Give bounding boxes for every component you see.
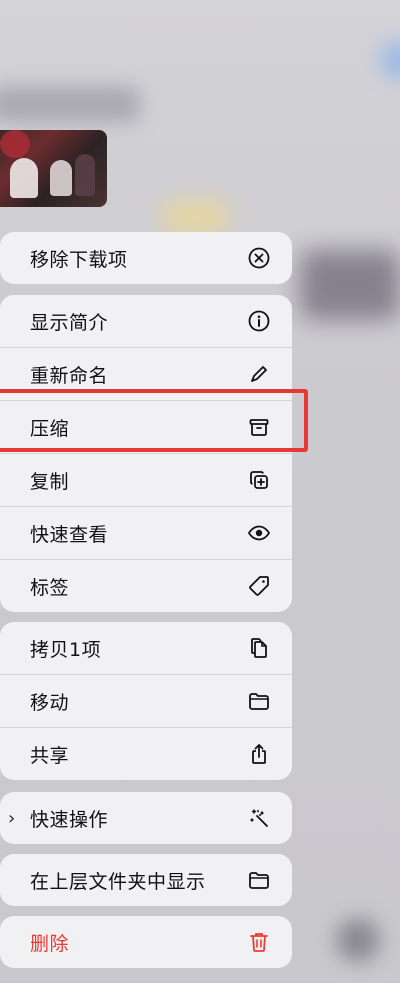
blurred-folder [160, 200, 230, 235]
remove-download-icon [246, 245, 272, 271]
menu-item-label: 移动 [30, 691, 70, 714]
menu-item-label: 在上层文件夹中显示 [30, 870, 206, 893]
highlight-box [0, 389, 308, 452]
folder-icon [246, 688, 272, 714]
eye-icon [246, 520, 272, 546]
menu-item-share[interactable]: 共享 [0, 727, 292, 780]
menu-item-label: 共享 [30, 744, 70, 767]
menu-item-quick-look[interactable]: 快速查看 [0, 506, 292, 559]
menu-item-copy[interactable]: 拷贝1项 [0, 622, 292, 674]
menu-item-label: 拷贝1项 [30, 638, 102, 661]
menu-item-tags[interactable]: 标签 [0, 559, 292, 612]
menu-item-label: 显示简介 [30, 311, 109, 334]
trash-icon [246, 929, 272, 955]
menu-item-move[interactable]: 移动 [0, 674, 292, 727]
menu-group-quick-actions: › 快速操作 [0, 792, 292, 844]
folder-icon [246, 867, 272, 893]
menu-item-label: 移除下载项 [30, 248, 128, 271]
file-preview-thumbnail [0, 130, 107, 207]
menu-item-label: 快速查看 [30, 523, 109, 546]
menu-item-label: 标签 [30, 576, 70, 599]
blurred-title [0, 86, 140, 122]
menu-item-get-info[interactable]: 显示简介 [0, 295, 292, 347]
blurred-tabbar-item [336, 918, 380, 962]
menu-item-show-in-enclosing-folder[interactable]: 在上层文件夹中显示 [0, 854, 292, 906]
menu-group-download: 移除下载项 [0, 232, 292, 284]
menu-item-remove-download[interactable]: 移除下载项 [0, 232, 292, 284]
menu-item-duplicate[interactable]: 复制 [0, 453, 292, 506]
info-icon [246, 308, 272, 334]
menu-group-enclosing-folder: 在上层文件夹中显示 [0, 854, 292, 906]
menu-item-delete[interactable]: 删除 [0, 916, 292, 968]
menu-item-quick-actions[interactable]: › 快速操作 [0, 792, 292, 844]
menu-item-label: 复制 [30, 470, 70, 493]
menu-item-label: 删除 [30, 932, 70, 955]
share-icon [246, 741, 272, 767]
duplicate-icon [246, 467, 272, 493]
chevron-right-icon: › [8, 807, 16, 829]
menu-item-label: 快速操作 [30, 808, 109, 831]
blurred-thumbnail [300, 250, 400, 320]
copy-doc-icon [246, 635, 272, 661]
menu-group-clipboard: 拷贝1项 移动 共享 [0, 622, 292, 780]
context-menu: 移除下载项 显示简介 重新命名 压缩 复制 快速查看 标签 拷贝1项 移动 共享… [0, 232, 292, 968]
magic-wand-icon [246, 805, 272, 831]
menu-group-file: 显示简介 重新命名 压缩 复制 快速查看 标签 [0, 295, 292, 612]
menu-group-delete: 删除 [0, 916, 292, 968]
pencil-icon [246, 361, 272, 387]
tag-icon [246, 573, 272, 599]
menu-item-label: 重新命名 [30, 364, 109, 387]
